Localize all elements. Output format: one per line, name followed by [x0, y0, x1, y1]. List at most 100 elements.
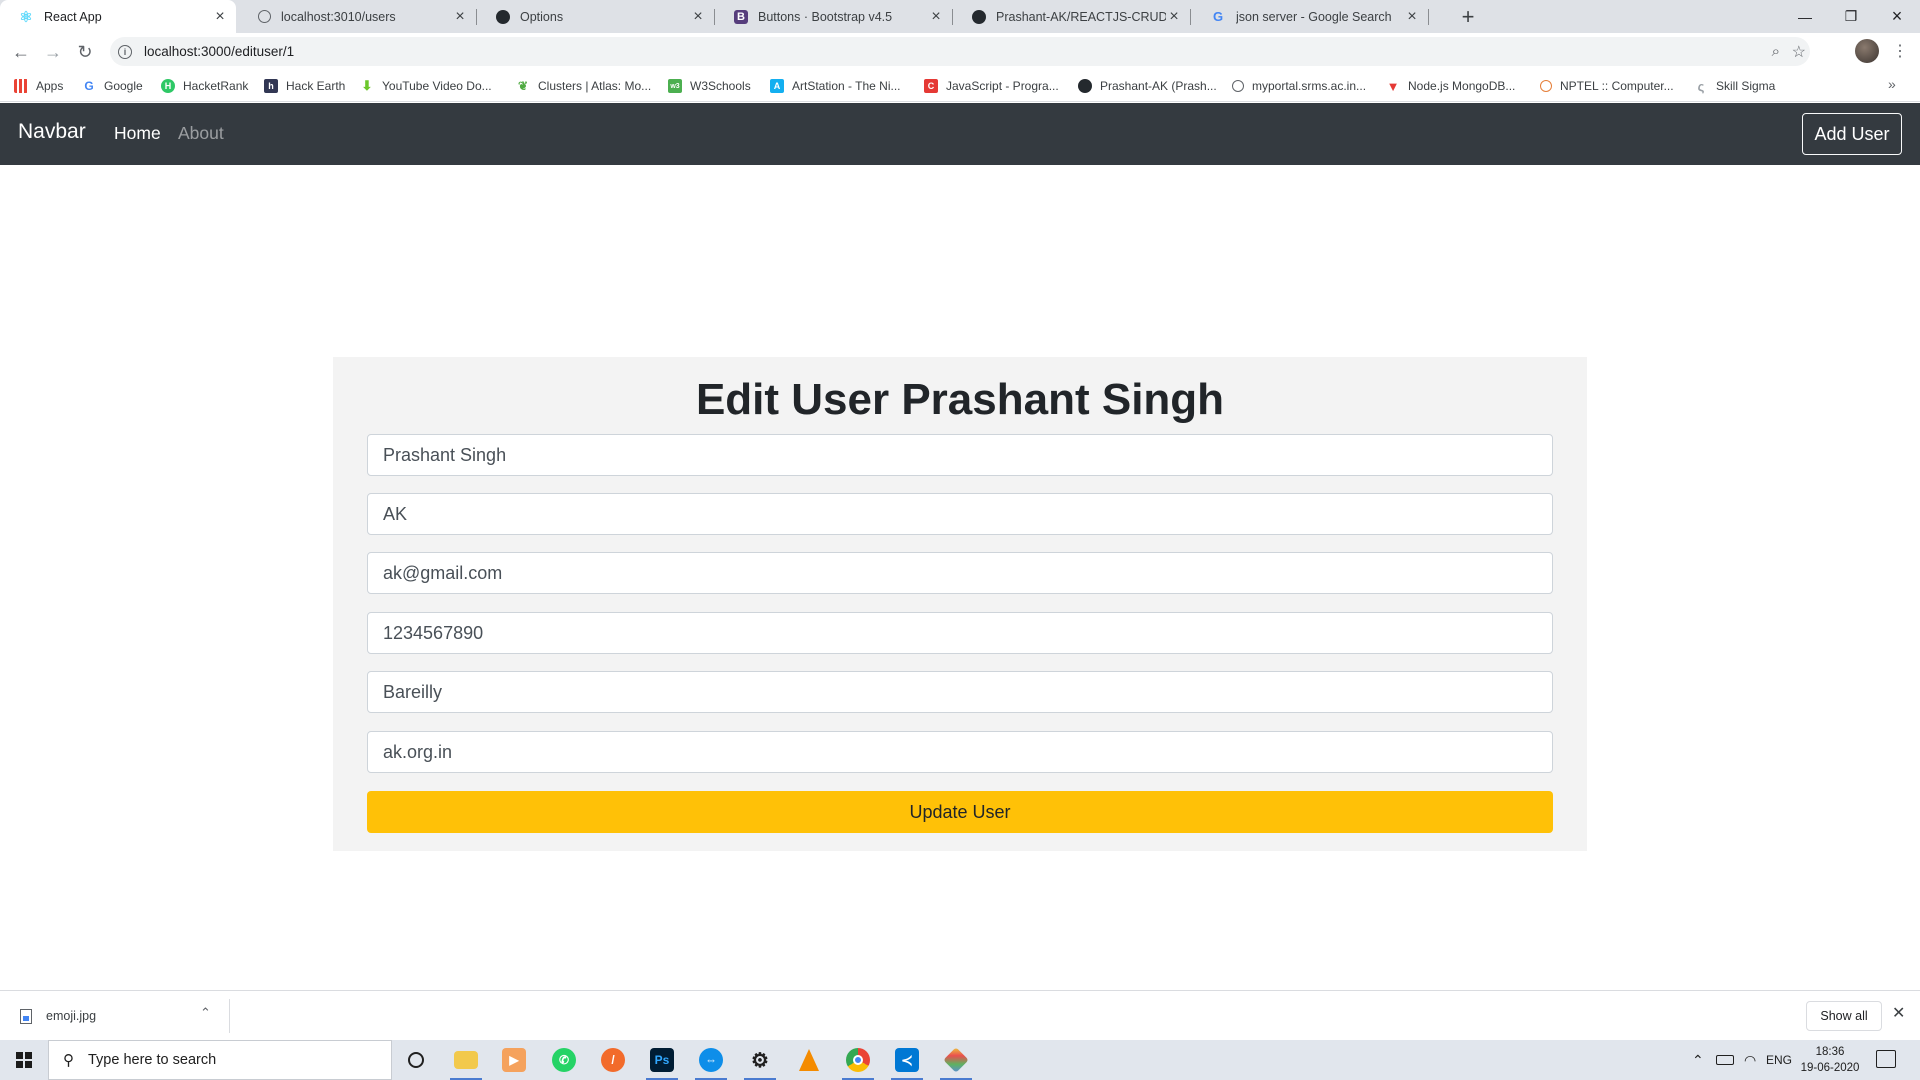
- battery-status[interactable]: [1716, 1040, 1734, 1080]
- zoom-icon[interactable]: ⌕: [1772, 43, 1780, 60]
- hackerearth-icon: h: [264, 79, 278, 93]
- taskbar-media-player[interactable]: ▶: [490, 1040, 538, 1080]
- url-text[interactable]: localhost:3000/edituser/1: [144, 44, 294, 59]
- close-window-button[interactable]: ×: [1874, 0, 1920, 33]
- bookmark-srms-portal[interactable]: myportal.srms.ac.in...: [1232, 76, 1366, 96]
- update-user-button[interactable]: Update User: [367, 791, 1553, 833]
- more-bookmarks-icon[interactable]: »: [1888, 76, 1896, 92]
- photoshop-icon: Ps: [650, 1048, 674, 1072]
- tab-close-icon[interactable]: ×: [928, 8, 944, 25]
- github-icon: [496, 9, 510, 24]
- browser-menu-icon[interactable]: ⋮: [1892, 39, 1908, 63]
- address-bar[interactable]: i localhost:3000/edituser/1 ⌕ ☆: [110, 37, 1810, 66]
- tab-close-icon[interactable]: ×: [212, 8, 228, 25]
- tab-react-app[interactable]: ⚛ React App ×: [0, 0, 236, 33]
- forward-button[interactable]: →: [39, 38, 67, 66]
- username-field[interactable]: AK: [367, 493, 1553, 535]
- new-tab-button[interactable]: +: [1455, 4, 1481, 30]
- taskbar-photoshop[interactable]: Ps: [638, 1040, 686, 1080]
- tab-title: json server - Google Search: [1236, 9, 1392, 24]
- language-label: ENG: [1766, 1053, 1793, 1067]
- bookmark-hackerearth[interactable]: h Hack Earth: [264, 76, 345, 96]
- bookmark-mongodb-atlas[interactable]: ❦ Clusters | Atlas: Mo...: [516, 76, 651, 96]
- taskbar-vlc[interactable]: [785, 1040, 833, 1080]
- nav-link-home[interactable]: Home: [114, 123, 161, 144]
- chevron-up-icon[interactable]: ⌃: [200, 1005, 211, 1021]
- bookmark-google[interactable]: G Google: [82, 76, 142, 96]
- download-item[interactable]: emoji.jpg: [20, 1005, 96, 1027]
- tab-close-icon[interactable]: ×: [452, 8, 468, 25]
- site-info-icon[interactable]: i: [118, 44, 132, 59]
- tab-google-search[interactable]: G json server - Google Search ×: [1192, 0, 1429, 33]
- email-field[interactable]: ak@gmail.com: [367, 552, 1553, 594]
- input-language[interactable]: ENG: [1766, 1040, 1792, 1080]
- bookmark-star-icon[interactable]: ☆: [1792, 42, 1806, 62]
- tab-bootstrap-buttons[interactable]: B Buttons · Bootstrap v4.5 ×: [716, 0, 953, 33]
- start-button[interactable]: [0, 1040, 48, 1080]
- taskbar-brackets[interactable]: /: [589, 1040, 637, 1080]
- bookmark-label: myportal.srms.ac.in...: [1252, 79, 1367, 93]
- bookmark-label: NPTEL :: Computer...: [1560, 79, 1674, 93]
- hackerrank-icon: H: [161, 79, 175, 93]
- notification-center-icon[interactable]: [1876, 1050, 1896, 1068]
- shelf-divider: [229, 999, 230, 1033]
- bookmark-javascript[interactable]: C JavaScript - Progra...: [924, 76, 1059, 96]
- clock-time: 18:36: [1815, 1046, 1845, 1058]
- bookmark-skill-sigma[interactable]: ς Skill Sigma: [1694, 76, 1776, 96]
- bookmark-label: Apps: [36, 79, 64, 93]
- network-status[interactable]: ◠: [1744, 1040, 1756, 1080]
- react-icon: ⚛: [19, 8, 33, 26]
- taskbar-git-gui[interactable]: [932, 1040, 980, 1080]
- edit-user-card: Edit User Prashant Singh Prashant Singh …: [333, 357, 1587, 851]
- close-shelf-icon[interactable]: ✕: [1892, 1003, 1905, 1023]
- show-all-button[interactable]: Show all: [1806, 1001, 1882, 1031]
- taskbar-search[interactable]: ⚲ Type here to search: [48, 1040, 392, 1080]
- browser-toolbar: ← → ↻ i localhost:3000/edituser/1 ⌕ ☆ ⋮: [0, 33, 1920, 70]
- taskbar-teamviewer[interactable]: ⇔: [687, 1040, 735, 1080]
- tab-close-icon[interactable]: ×: [690, 8, 706, 25]
- tab-title: Options: [520, 9, 564, 24]
- taskbar-chrome[interactable]: [834, 1040, 882, 1080]
- minimize-button[interactable]: —: [1782, 0, 1828, 33]
- tab-close-icon[interactable]: ×: [1404, 8, 1420, 25]
- navbar-brand[interactable]: Navbar: [18, 120, 86, 144]
- website-field[interactable]: ak.org.in: [367, 731, 1553, 773]
- google-icon: G: [1212, 9, 1224, 24]
- name-field[interactable]: Prashant Singh: [367, 434, 1553, 476]
- taskbar-vscode[interactable]: ≺: [883, 1040, 931, 1080]
- bookmark-artstation[interactable]: A ArtStation - The Ni...: [770, 76, 901, 96]
- w3schools-icon: w3: [668, 79, 682, 93]
- bookmark-nodejs-mongodb[interactable]: ▼ Node.js MongoDB...: [1386, 76, 1516, 96]
- tab-localhost-users[interactable]: localhost:3010/users ×: [240, 0, 477, 33]
- tab-close-icon[interactable]: ×: [1166, 8, 1182, 25]
- bookmark-w3schools[interactable]: w3 W3Schools: [668, 76, 751, 96]
- reload-button[interactable]: ↻: [71, 38, 99, 66]
- bookmarks-bar: Apps G Google H HacketRank h Hack Earth …: [0, 70, 1920, 102]
- tab-title: React App: [44, 9, 102, 24]
- add-user-button[interactable]: Add User: [1802, 113, 1902, 155]
- city-field[interactable]: Bareilly: [367, 671, 1553, 713]
- bookmark-apps[interactable]: Apps: [14, 76, 63, 96]
- taskbar-file-explorer[interactable]: [442, 1040, 490, 1080]
- tab-separator: [952, 9, 953, 25]
- profile-avatar[interactable]: [1855, 39, 1879, 63]
- bookmark-github-profile[interactable]: Prashant-AK (Prash...: [1078, 76, 1217, 96]
- tab-github-repo[interactable]: Prashant-AK/REACTJS-CRUD-: Cr ×: [954, 0, 1191, 33]
- tab-title: localhost:3010/users: [281, 9, 396, 24]
- download-filename: emoji.jpg: [46, 1009, 97, 1023]
- back-button[interactable]: ←: [7, 38, 35, 66]
- phone-field[interactable]: 1234567890: [367, 612, 1553, 654]
- search-placeholder: Type here to search: [88, 1052, 217, 1068]
- tab-options[interactable]: Options ×: [478, 0, 715, 33]
- taskbar-settings[interactable]: ⚙: [736, 1040, 784, 1080]
- bookmark-youtube-downloader[interactable]: ⬇ YouTube Video Do...: [360, 76, 492, 96]
- nav-link-about[interactable]: About: [178, 123, 224, 144]
- system-clock[interactable]: 18:36 19-06-2020: [1795, 1044, 1865, 1076]
- taskbar-whatsapp[interactable]: ✆: [540, 1040, 588, 1080]
- restore-button[interactable]: ❐: [1828, 0, 1874, 33]
- folder-icon: [454, 1051, 478, 1069]
- bookmark-hackerrank[interactable]: H HacketRank: [161, 76, 248, 96]
- bookmark-nptel[interactable]: NPTEL :: Computer...: [1540, 76, 1674, 96]
- show-hidden-icons[interactable]: ⌃: [1692, 1040, 1704, 1080]
- cortana-button[interactable]: [392, 1040, 440, 1080]
